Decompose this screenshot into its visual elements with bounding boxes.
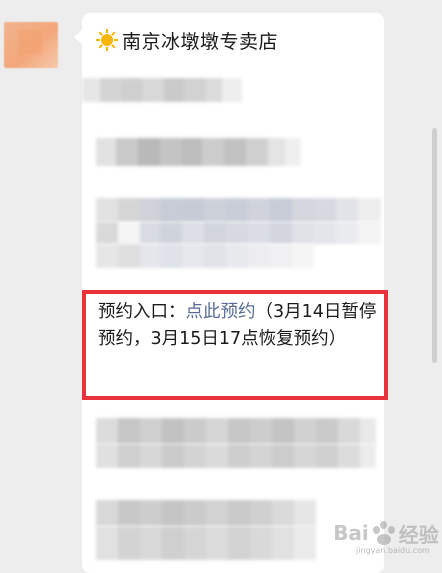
redacted-line: [96, 500, 336, 526]
sun-icon: [96, 29, 118, 51]
redacted-line: [96, 444, 376, 468]
message-header: 南京冰墩墩专卖店: [96, 27, 278, 53]
redacted-line: [82, 78, 242, 102]
watermark-brand-left: Bai: [333, 521, 369, 545]
redacted-line: [96, 138, 301, 166]
store-title: 南京冰墩墩专卖店: [122, 30, 279, 53]
booking-text: 预约入口：点此预约（3月14日暂停预约，3月15日17点恢复预约）: [98, 299, 386, 353]
redacted-line: [96, 244, 336, 268]
watermark-brand-right: 经验: [398, 522, 439, 547]
bubble-tail: [74, 30, 82, 44]
sender-avatar[interactable]: [4, 22, 58, 68]
watermark-url: jingyan.baidu.com: [356, 546, 430, 555]
redacted-line: [96, 198, 381, 222]
booking-link[interactable]: 点此预约: [186, 302, 256, 322]
redacted-line: [96, 222, 381, 244]
paw-icon: [371, 520, 397, 546]
redacted-line: [96, 418, 376, 444]
redacted-line: [96, 526, 336, 560]
scrollbar[interactable]: [432, 128, 437, 363]
booking-prefix: 预约入口：: [98, 302, 186, 322]
